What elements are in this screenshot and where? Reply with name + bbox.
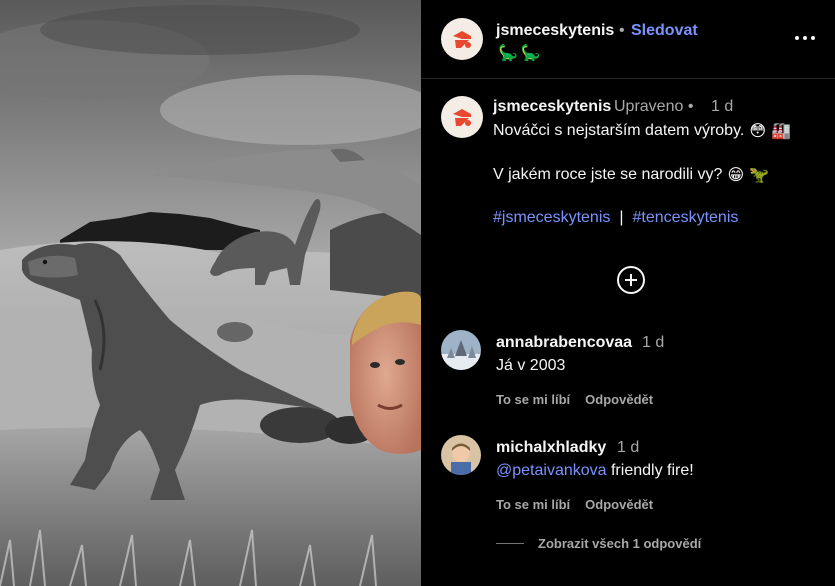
header-emojis: 🦕 🦕: [498, 43, 541, 63]
comment-time[interactable]: 1 d: [642, 334, 664, 352]
view-replies-label: Zobrazit všech 1 odpovědí: [538, 536, 702, 551]
dinosaur-emoji: 🦕: [498, 45, 518, 62]
comment-username[interactable]: annabrabencovaa: [496, 334, 632, 352]
caption-hashtags: #jsmeceskytenis | #tenceskytenis: [493, 209, 738, 227]
reply-button[interactable]: Odpovědět: [585, 497, 653, 512]
caption-time[interactable]: 1 d: [711, 98, 733, 116]
comment-text: @petaivankova friendly fire!: [496, 462, 694, 480]
caption-line-1: Nováčci s nejstarším datem výroby. 😳 🏭: [493, 121, 791, 141]
dinosaur-emoji: 🦕: [520, 45, 541, 62]
avatar[interactable]: [441, 435, 481, 475]
divider: [496, 543, 524, 544]
post-details-panel: jsmeceskytenis • Sledovat 🦕 🦕 jsmeceskyt…: [421, 0, 835, 586]
comment-username[interactable]: michalxhladky: [496, 439, 606, 457]
caption-username[interactable]: jsmeceskytenis: [493, 98, 611, 116]
like-button[interactable]: To se mi líbí: [496, 497, 570, 512]
hashtag-link[interactable]: #tenceskytenis: [633, 209, 739, 227]
comment-body: friendly fire!: [610, 462, 694, 479]
header-separator: •: [619, 22, 625, 39]
emoji: 😳: [749, 123, 767, 140]
brand-logo-icon[interactable]: [441, 18, 483, 60]
post-header: jsmeceskytenis • Sledovat 🦕 🦕: [421, 0, 835, 79]
avatar[interactable]: [441, 330, 481, 370]
follow-button[interactable]: Sledovat: [631, 22, 698, 40]
caption-line-2: V jakém roce jste se narodili vy? 😁 🦖: [493, 165, 769, 185]
comment-time[interactable]: 1 d: [617, 439, 639, 457]
more-dots-icon[interactable]: [795, 36, 815, 40]
edited-label: Upraveno •: [614, 98, 694, 115]
comment-actions: To se mi líbí Odpovědět: [496, 497, 653, 512]
caption-text-2: V jakém roce jste se narodili vy?: [493, 166, 723, 183]
comment-actions: To se mi líbí Odpovědět: [496, 392, 653, 407]
emoji: 🏭: [771, 123, 791, 140]
emoji: 😁: [727, 167, 745, 184]
post-image[interactable]: [0, 0, 421, 586]
mention-link[interactable]: @petaivankova: [496, 462, 607, 479]
brand-logo-icon[interactable]: [441, 96, 483, 138]
caption-text-1: Nováčci s nejstarším datem výroby.: [493, 122, 745, 139]
hashtag-separator: |: [619, 209, 624, 226]
header-username[interactable]: jsmeceskytenis: [496, 22, 614, 40]
emoji: 🦖: [749, 167, 770, 184]
view-replies-button[interactable]: Zobrazit všech 1 odpovědí: [496, 536, 701, 551]
hashtag-link[interactable]: #jsmeceskytenis: [493, 209, 610, 227]
plus-circle-icon[interactable]: [617, 266, 645, 294]
dinosaur-landscape-photo: [0, 0, 421, 586]
reply-button[interactable]: Odpovědět: [585, 392, 653, 407]
like-button[interactable]: To se mi líbí: [496, 392, 570, 407]
comment-text: Já v 2003: [496, 357, 566, 374]
